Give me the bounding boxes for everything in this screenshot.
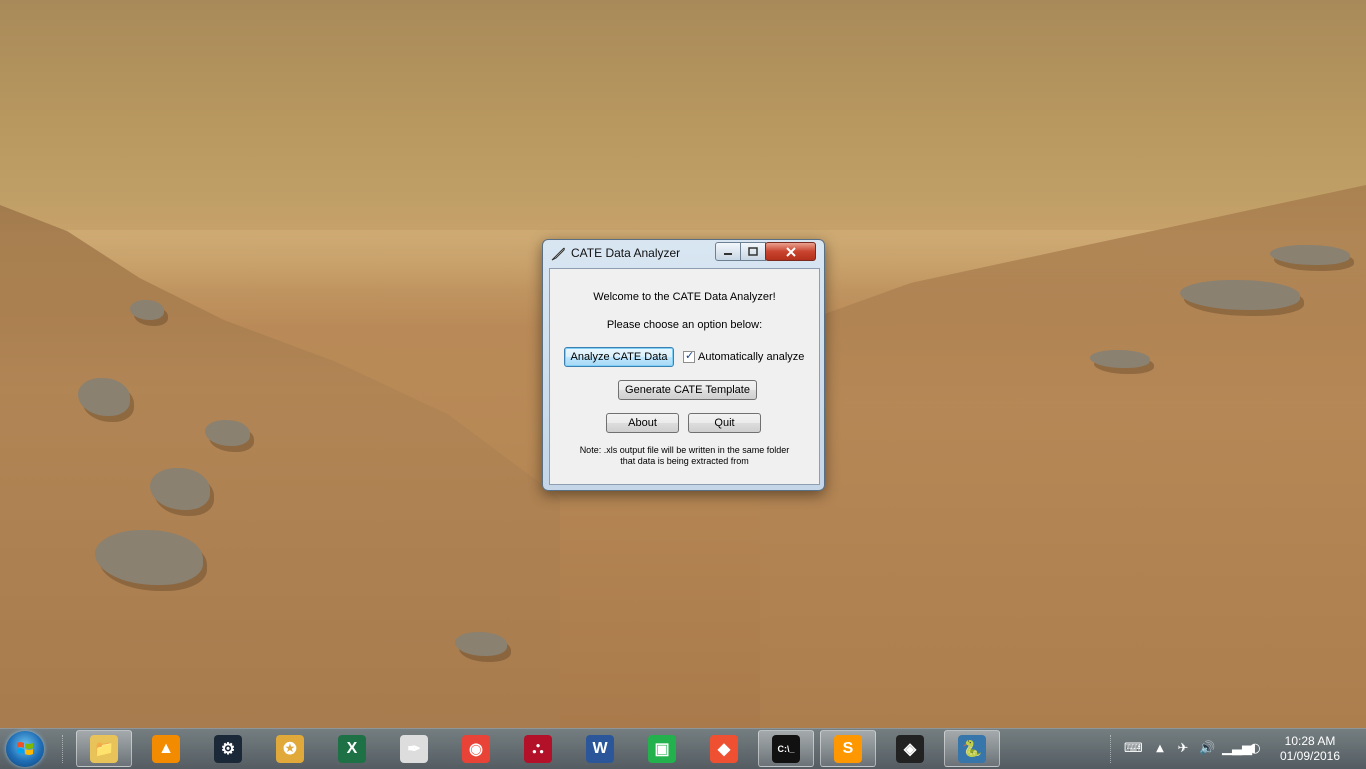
chrome-icon: ◉ — [462, 734, 490, 763]
network-pin-icon[interactable]: ✈ — [1175, 741, 1191, 757]
note-line-1: Note: .xls output file will be written i… — [579, 445, 790, 455]
show-hidden-icons-icon[interactable]: ▲ — [1152, 741, 1168, 757]
taskbar-button-file-explorer[interactable]: 📁 — [76, 730, 132, 767]
word-icon: W — [586, 734, 614, 763]
sublime-text-icon: S — [834, 734, 862, 763]
keyboard-icon[interactable]: ⌨ — [1124, 741, 1143, 757]
taskbar-button-python[interactable]: 🐍 — [944, 730, 1000, 767]
unity-icon: ◈ — [896, 734, 924, 763]
taskbar-button-mendeley[interactable]: ⛬ — [510, 730, 566, 767]
taskbar-button-steam[interactable]: ⚙ — [200, 730, 256, 767]
title-bar[interactable]: CATE Data Analyzer — [543, 240, 824, 268]
hearthstone-icon: ✪ — [276, 734, 304, 763]
python-icon: 🐍 — [958, 734, 986, 763]
taskbar-button-word[interactable]: W — [572, 730, 628, 767]
taskbar-button-vlc[interactable]: ▲ — [138, 730, 194, 767]
network-app-icon: ▣ — [648, 734, 676, 763]
clock-date: 01/09/2016 — [1279, 749, 1341, 763]
checkmark-icon: ✓ — [685, 349, 695, 362]
git-icon: ◆ — [710, 734, 738, 763]
command-prompt-icon: C:\_ — [772, 734, 800, 763]
volume-icon[interactable]: 🔊 — [1199, 741, 1215, 757]
file-explorer-icon: 📁 — [90, 734, 118, 763]
maximize-button[interactable] — [740, 242, 766, 261]
close-button[interactable] — [765, 242, 816, 261]
cate-analyzer-window: CATE Data Analyzer Welcome to the CATE D… — [542, 239, 825, 491]
taskbar-button-unity[interactable]: ◈ — [882, 730, 938, 767]
minimize-button[interactable] — [715, 242, 741, 261]
quill-icon: ✒ — [400, 734, 428, 763]
signal-icon[interactable]: ▁▃▅ — [1222, 741, 1252, 757]
note-text: Note: .xls output file will be written i… — [550, 445, 819, 467]
auto-analyze-checkbox[interactable]: ✓ — [683, 349, 695, 363]
close-icon — [785, 246, 796, 257]
quit-button[interactable]: Quit — [688, 413, 761, 433]
excel-icon: X — [338, 734, 366, 763]
taskbar-button-command-prompt[interactable]: C:\_ — [758, 730, 814, 767]
clock-time: 10:28 AM — [1284, 734, 1336, 748]
welcome-label: Welcome to the CATE Data Analyzer! — [593, 291, 776, 303]
generate-template-button[interactable]: Generate CATE Template — [618, 380, 757, 400]
mendeley-icon: ⛬ — [524, 734, 552, 763]
steam-icon: ⚙ — [214, 734, 242, 763]
taskbar: 📁 ▲ ⚙ ✪ X ✒ ◉ ⛬ W ▣ ◆ C:\_ S ◈ 🐍 ⌨ ▲ ✈ 🔊 ▁▃▅ ◐ 10:28 A… — [0, 728, 1366, 769]
taskbar-button-excel[interactable]: X — [324, 730, 380, 767]
start-button[interactable] — [6, 731, 44, 767]
tray-grip — [1110, 735, 1114, 763]
minimize-icon — [724, 252, 732, 255]
taskbar-button-quill[interactable]: ✒ — [386, 730, 442, 767]
system-clock[interactable]: 10:28 AM 01/09/2016 — [1270, 734, 1350, 764]
prompt-label: Please choose an option below: — [606, 319, 763, 331]
taskbar-button-chrome[interactable]: ◉ — [448, 730, 504, 767]
vlc-icon: ▲ — [152, 734, 180, 763]
auto-analyze-label[interactable]: Automatically analyze — [698, 351, 804, 363]
maximize-icon — [748, 247, 758, 256]
analyze-cate-data-button[interactable]: Analyze CATE Data — [564, 347, 674, 367]
feather-app-icon — [551, 247, 565, 261]
about-button[interactable]: About — [606, 413, 679, 433]
windows-logo-icon — [17, 742, 33, 755]
taskbar-button-network-app[interactable]: ▣ — [634, 730, 690, 767]
window-client-area: Welcome to the CATE Data Analyzer! Pleas… — [549, 268, 820, 485]
taskbar-button-hearthstone[interactable]: ✪ — [262, 730, 318, 767]
weather-icon[interactable]: ◐ — [1247, 741, 1263, 757]
taskbar-button-sublime-text[interactable]: S — [820, 730, 876, 767]
window-title: CATE Data Analyzer — [571, 246, 681, 260]
taskbar-button-git[interactable]: ◆ — [696, 730, 752, 767]
taskbar-grip — [62, 735, 66, 763]
note-line-2: that data is being extracted from — [620, 456, 749, 466]
